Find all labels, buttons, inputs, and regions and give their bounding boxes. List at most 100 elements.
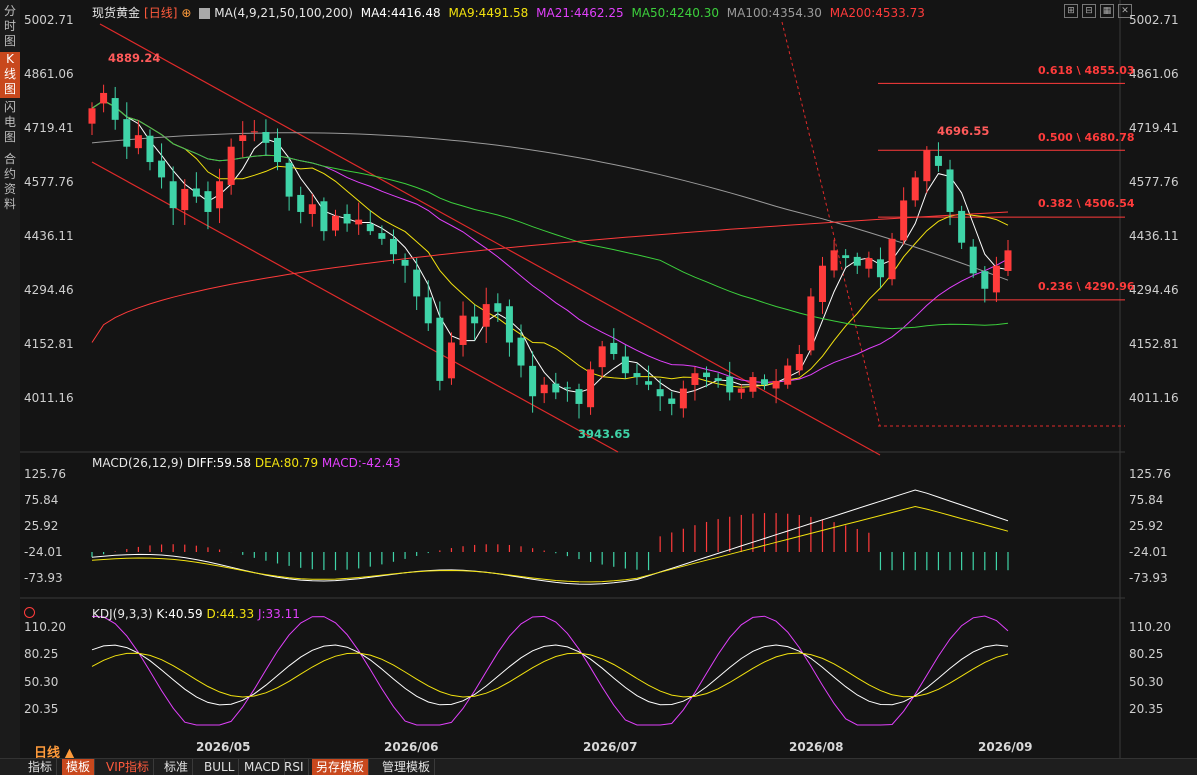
macd-tick: -24.01 <box>24 545 63 559</box>
kdj-tick: 50.30 <box>1129 675 1164 689</box>
candle-up <box>830 250 838 271</box>
candle-up <box>807 296 815 351</box>
candle-up <box>865 258 873 269</box>
price-tick: 4436.11 <box>1129 229 1179 243</box>
tab-timeshare[interactable]: 分时图 <box>0 4 20 50</box>
price-tick: 4294.46 <box>24 283 74 297</box>
candle-down <box>610 342 618 355</box>
candle-down <box>192 188 200 197</box>
candle-up <box>181 188 189 211</box>
main-legend: 现货黄金 [日线] ⊕ MA(4,9,21,50,100,200) MA4:4416… <box>92 4 929 21</box>
macd-tick: 125.76 <box>1129 467 1171 481</box>
candle-up <box>250 131 258 133</box>
vip-indicator-button[interactable]: VIP指标 <box>102 759 154 775</box>
candle-down <box>633 373 641 378</box>
candle-down <box>494 303 502 312</box>
kdj-tick: 110.20 <box>24 620 66 634</box>
template-button[interactable]: 模板 <box>62 759 96 775</box>
price-tick: 4577.76 <box>24 175 74 189</box>
kdj-j: J:33.11 <box>257 607 300 621</box>
tab-kline[interactable]: K线图 <box>0 52 20 98</box>
ma-toggle-icon[interactable] <box>199 8 211 19</box>
candle-down <box>169 181 177 209</box>
candle-down <box>946 169 954 212</box>
candle-down <box>517 337 525 366</box>
macd-dea: DEA:80.79 <box>254 456 319 470</box>
standard-button[interactable]: 标准 <box>160 759 194 775</box>
kdj-k: K:40.59 <box>156 607 203 621</box>
tab-flash-chart[interactable]: 闪电图 <box>0 100 20 150</box>
candle-down <box>981 271 989 289</box>
macd-params: MACD(26,12,9) <box>92 456 184 470</box>
candle-down <box>714 378 722 381</box>
candle-up <box>331 215 339 231</box>
settings-icon[interactable]: ⊕ <box>181 6 191 20</box>
candle-down <box>366 223 374 232</box>
bottom-toolbar: 指标 模板 VIP指标 标准 BULL MACD RSI 另存模板 管理模板 <box>0 758 1197 775</box>
chart-canvas[interactable] <box>20 0 1125 758</box>
price-tick: 4577.76 <box>1129 175 1179 189</box>
window-controls: ⊞ ⊟ ▦ ✕ <box>1064 2 1136 18</box>
candle-up <box>598 346 606 368</box>
ma4-value: MA4:4416.48 <box>360 6 441 20</box>
expand-icon[interactable]: ⊞ <box>1064 4 1078 18</box>
rsi-button[interactable]: RSI <box>280 759 309 775</box>
kdj-legend: KDJ(9,3,3) K:40.59 D:44.33 J:33.11 <box>92 607 300 621</box>
macd-button[interactable]: MACD <box>240 759 285 775</box>
candle-up <box>239 135 247 141</box>
candle-down <box>378 233 386 239</box>
candle-up <box>795 354 803 371</box>
split-icon[interactable]: ⊟ <box>1082 4 1096 18</box>
candle-up <box>737 388 745 393</box>
bull-button[interactable]: BULL <box>200 759 240 775</box>
candle-down <box>158 160 166 178</box>
fib-label: 0.236 \ 4290.96 <box>1038 280 1135 293</box>
candle-up <box>818 265 826 302</box>
candle-down <box>111 98 119 120</box>
kdj-tick: 50.30 <box>24 675 59 689</box>
kdj-tick: 110.20 <box>1129 620 1171 634</box>
candle-down <box>934 155 942 166</box>
ma9-value: MA9:4491.58 <box>448 6 529 20</box>
candle-down <box>320 201 328 232</box>
candle-down <box>563 387 571 389</box>
candle-down <box>703 372 711 378</box>
kdj-params: KDJ(9,3,3) <box>92 607 153 621</box>
candle-down <box>471 316 479 324</box>
candle-down <box>123 119 131 147</box>
candle-up <box>992 265 1000 293</box>
fib-label: 0.618 \ 4855.03 <box>1038 64 1135 77</box>
candle-down <box>645 381 653 385</box>
candle-up <box>587 369 595 408</box>
ma-params: MA(4,9,21,50,100,200) <box>214 6 353 20</box>
grid-icon[interactable]: ▦ <box>1100 4 1114 18</box>
candle-down <box>505 306 513 343</box>
candle-up <box>88 108 96 124</box>
candle-down <box>343 213 351 224</box>
candle-up <box>100 92 108 104</box>
macd-tick: -73.93 <box>24 571 63 585</box>
grid-lines <box>20 0 1125 758</box>
macd-tick: -24.01 <box>1129 545 1168 559</box>
indicator-button[interactable]: 指标 <box>24 759 58 775</box>
candle-down <box>274 137 282 163</box>
kdj-toggle-icon[interactable] <box>24 607 35 621</box>
candle-up <box>227 146 235 185</box>
price-tick: 4294.46 <box>1129 283 1179 297</box>
manage-template-button[interactable]: 管理模板 <box>378 759 436 775</box>
candle-down <box>552 383 560 393</box>
save-template-button[interactable]: 另存模板 <box>312 759 370 775</box>
price-tick: 4436.11 <box>24 229 74 243</box>
price-tick: 4011.16 <box>1129 391 1179 405</box>
macd-tick: 75.84 <box>1129 493 1164 507</box>
ma21-value: MA21:4462.25 <box>536 6 624 20</box>
candle-up <box>482 304 490 327</box>
period-label: [日线] <box>144 6 178 20</box>
price-tick: 4152.81 <box>24 337 74 351</box>
candle-up <box>900 200 908 241</box>
kdj-tick: 80.25 <box>24 647 59 661</box>
candle-down <box>204 191 212 212</box>
candle-up <box>911 177 919 201</box>
macd-tick: 25.92 <box>1129 519 1164 533</box>
tab-contract-info[interactable]: 合约资料 <box>0 152 20 214</box>
